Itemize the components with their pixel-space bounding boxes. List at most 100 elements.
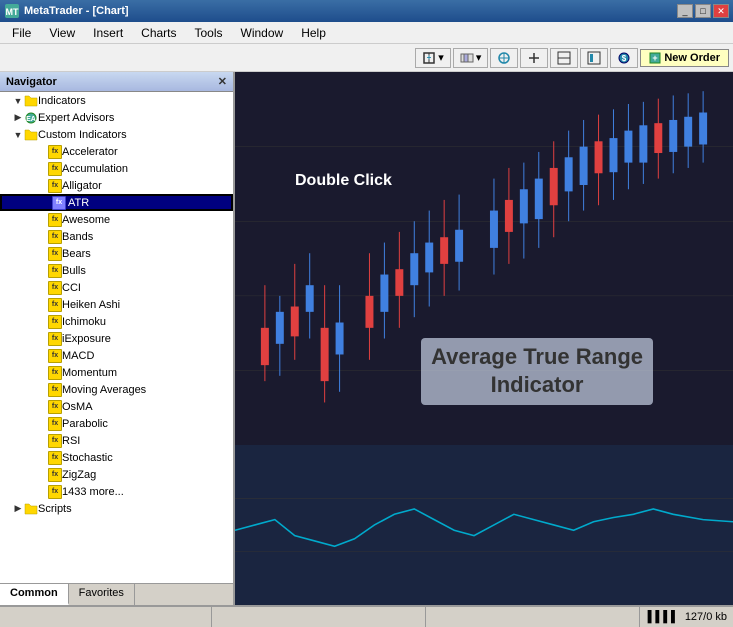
item-label: Bears — [62, 248, 91, 260]
menu-charts[interactable]: Charts — [133, 24, 184, 42]
tree-item-more[interactable]: fx 1433 more... — [0, 483, 233, 500]
scripts-folder-icon — [24, 502, 38, 516]
item-label: Momentum — [62, 367, 117, 379]
item-label: Alligator — [62, 180, 102, 192]
tree-item-momentum[interactable]: fx Momentum — [0, 364, 233, 381]
navigator-close-button[interactable]: ✕ — [218, 75, 227, 88]
tree-expert-advisors[interactable]: ▶ EA Expert Advisors — [0, 109, 233, 126]
minimize-button[interactable]: _ — [677, 4, 693, 18]
tree-item-bulls[interactable]: fx Bulls — [0, 262, 233, 279]
indicator-icon: fx — [48, 179, 62, 193]
toolbar-btn-2[interactable]: ▾ — [453, 48, 489, 68]
expand-scripts-icon: ▶ — [12, 503, 24, 515]
navigator-panel: Navigator ✕ ▼ Indicators ▶ EA Expert Adv… — [0, 72, 235, 605]
new-order-button[interactable]: + New Order — [640, 49, 729, 67]
item-label: Moving Averages — [62, 384, 146, 396]
item-label: Heiken Ashi — [62, 299, 120, 311]
tree-item-accumulation[interactable]: fx Accumulation — [0, 160, 233, 177]
toolbar-btn-7[interactable]: $ — [610, 48, 638, 68]
tree-item-stochastic[interactable]: fx Stochastic — [0, 449, 233, 466]
toolbar-btn-5[interactable] — [550, 48, 578, 68]
scripts-label: Scripts — [38, 503, 72, 515]
svg-text:MT: MT — [6, 7, 19, 17]
tree-item-awesome[interactable]: fx Awesome — [0, 211, 233, 228]
navigator-tabs: Common Favorites — [0, 583, 233, 605]
item-label: iExposure — [62, 333, 111, 345]
tab-common[interactable]: Common — [0, 584, 69, 605]
status-bar: ▌▌▌▌ 127/0 kb — [0, 605, 733, 627]
tree-item-alligator[interactable]: fx Alligator — [0, 177, 233, 194]
tree-indicators[interactable]: ▼ Indicators — [0, 92, 233, 109]
tree-item-cci[interactable]: fx CCI — [0, 279, 233, 296]
menu-file[interactable]: File — [4, 24, 39, 42]
indicator-icon: fx — [48, 281, 62, 295]
status-right: ▌▌▌▌ 127/0 kb — [648, 611, 727, 623]
menu-help[interactable]: Help — [293, 24, 334, 42]
tree-item-bears[interactable]: fx Bears — [0, 245, 233, 262]
menu-insert[interactable]: Insert — [85, 24, 131, 42]
tab-favorites[interactable]: Favorites — [69, 584, 135, 605]
toolbar-btn-6[interactable] — [580, 48, 608, 68]
atr-chart — [235, 445, 733, 605]
ea-folder-icon: EA — [24, 111, 38, 125]
svg-text:+: + — [427, 53, 432, 62]
item-label: Bulls — [62, 265, 86, 277]
item-label: ZigZag — [62, 469, 96, 481]
tree-item-iexposure[interactable]: fx iExposure — [0, 330, 233, 347]
tree-container[interactable]: ▼ Indicators ▶ EA Expert Advisors ▼ — [0, 92, 233, 583]
tree-item-macd[interactable]: fx MACD — [0, 347, 233, 364]
menu-view[interactable]: View — [41, 24, 83, 42]
item-label: Accelerator — [62, 146, 118, 158]
indicators-label: Indicators — [38, 95, 86, 107]
tree-custom-indicators[interactable]: ▼ Custom Indicators — [0, 126, 233, 143]
expand-ci-icon: ▼ — [12, 129, 24, 141]
svg-text:+: + — [653, 53, 658, 63]
candlestick-chart — [235, 72, 733, 445]
indicator-icon: fx — [48, 485, 62, 499]
item-label: Bands — [62, 231, 93, 243]
maximize-button[interactable]: □ — [695, 4, 711, 18]
tree-item-atr[interactable]: fx ATR — [0, 194, 233, 211]
item-label: RSI — [62, 435, 80, 447]
tree-item-moving-averages[interactable]: fx Moving Averages — [0, 381, 233, 398]
item-label: OsMA — [62, 401, 93, 413]
window-controls: _ □ ✕ — [677, 4, 729, 18]
svg-text:$: $ — [622, 54, 627, 63]
tree-item-bands[interactable]: fx Bands — [0, 228, 233, 245]
toolbar-btn-4[interactable] — [520, 48, 548, 68]
tree-item-rsi[interactable]: fx RSI — [0, 432, 233, 449]
indicator-icon: fx — [48, 366, 62, 380]
toolbar-btn-1[interactable]: + ▾ — [415, 48, 451, 68]
tree-item-osma[interactable]: fx OsMA — [0, 398, 233, 415]
custom-indicators-label: Custom Indicators — [38, 129, 127, 141]
chart-area[interactable]: Double Click Average True Range Indicato… — [235, 72, 733, 605]
navigator-header: Navigator ✕ — [0, 72, 233, 92]
toolbar-btn-3[interactable] — [490, 48, 518, 68]
indicator-icon: fx — [48, 349, 62, 363]
tree-item-heiken-ashi[interactable]: fx Heiken Ashi — [0, 296, 233, 313]
close-button[interactable]: ✕ — [713, 4, 729, 18]
memory-info: 127/0 kb — [685, 611, 727, 623]
tree-item-parabolic[interactable]: fx Parabolic — [0, 415, 233, 432]
menu-window[interactable]: Window — [233, 24, 292, 42]
item-label: Stochastic — [62, 452, 113, 464]
indicator-icon: fx — [48, 315, 62, 329]
atr-label-tree: ATR — [68, 197, 89, 209]
tree-item-ichimoku[interactable]: fx Ichimoku — [0, 313, 233, 330]
tree-item-accelerator[interactable]: fx Accelerator — [0, 143, 233, 160]
indicator-icon: fx — [48, 383, 62, 397]
app-icon: MT — [4, 3, 20, 19]
item-label: MACD — [62, 350, 94, 362]
main-content: Navigator ✕ ▼ Indicators ▶ EA Expert Adv… — [0, 72, 733, 605]
indicator-icon: fx — [48, 247, 62, 261]
menu-tools[interactable]: Tools — [187, 24, 231, 42]
atr-indicator-icon: fx — [52, 196, 66, 210]
indicator-icon: fx — [48, 451, 62, 465]
item-label: Awesome — [62, 214, 110, 226]
menu-bar: File View Insert Charts Tools Window Hel… — [0, 22, 733, 44]
indicator-icon: fx — [48, 264, 62, 278]
indicator-icon: fx — [48, 434, 62, 448]
indicator-icon: fx — [48, 213, 62, 227]
tree-scripts[interactable]: ▶ Scripts — [0, 500, 233, 517]
tree-item-zigzag[interactable]: fx ZigZag — [0, 466, 233, 483]
